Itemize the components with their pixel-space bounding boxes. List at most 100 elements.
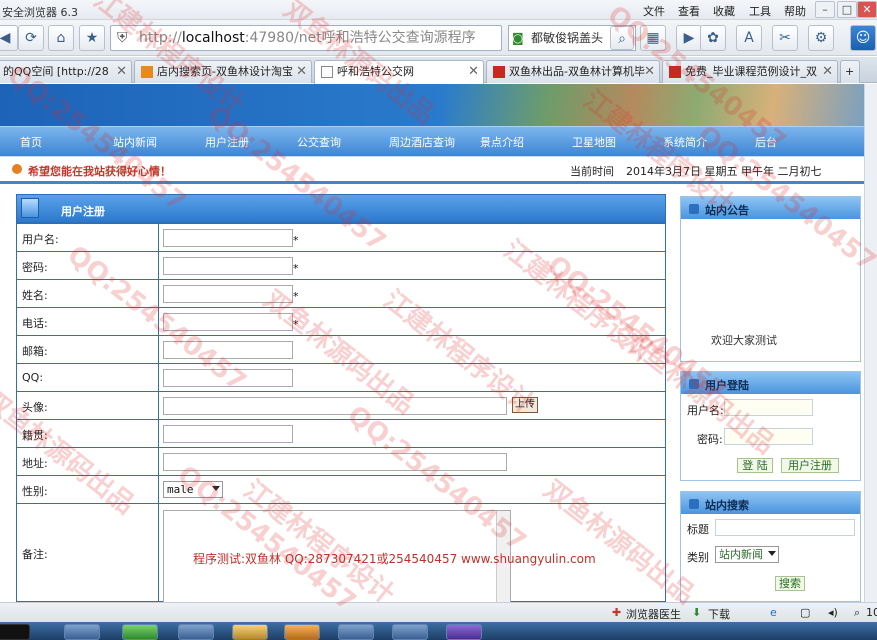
search-icon[interactable]: ⌕ xyxy=(610,26,634,50)
nav-about[interactable]: 系统简介 xyxy=(663,134,707,150)
download-label[interactable]: 下载 xyxy=(708,606,730,622)
row-qq: QQ: xyxy=(17,363,665,391)
window-icon[interactable]: ▢ xyxy=(800,606,810,619)
qq-penguin-icon[interactable] xyxy=(0,624,30,640)
close-tab-icon[interactable]: ✕ xyxy=(644,61,655,82)
close-tab-icon[interactable]: ✕ xyxy=(822,61,833,82)
qq-label: QQ: xyxy=(17,364,159,391)
browser-doctor[interactable]: 浏览器医生 xyxy=(626,606,681,622)
password-label: 密码: xyxy=(17,252,159,279)
gender-select[interactable]: male xyxy=(163,481,223,498)
nav-bus-query[interactable]: 公交查询 xyxy=(297,134,341,150)
nav-scenic[interactable]: 景点介绍 xyxy=(480,134,524,150)
tools-icon[interactable]: ⚙ xyxy=(808,25,834,51)
register-link-button[interactable]: 用户注册 xyxy=(781,458,839,473)
tab-label: 呼和浩特公交网 xyxy=(337,65,414,78)
register-form: 用户注册 用户名: * 密码: * 姓名: * 电话: * 邮箱: QQ: 头像… xyxy=(16,194,666,602)
menu-help[interactable]: 帮助 xyxy=(784,3,806,19)
favorite-star-icon[interactable]: ★ xyxy=(79,25,105,51)
close-icon[interactable]: ✕ xyxy=(857,1,877,18)
ie-icon[interactable]: e xyxy=(770,606,777,619)
screenshot-icon[interactable]: ✂ xyxy=(772,25,798,51)
login-button[interactable]: 登 陆 xyxy=(737,458,773,473)
zoom-icon[interactable]: ⌕ xyxy=(854,606,860,620)
phone-input[interactable] xyxy=(163,313,293,331)
menu-view[interactable]: 查看 xyxy=(678,3,700,19)
taskbar-app-icon[interactable] xyxy=(338,624,374,640)
browser-search-text: 都敏俊锅盖头 xyxy=(531,31,604,45)
search-type-select[interactable]: 站内新闻 xyxy=(715,546,779,563)
avatar-path-input[interactable] xyxy=(163,397,507,415)
taskbar-app-icon[interactable] xyxy=(64,624,100,640)
upload-button[interactable]: 上传 xyxy=(512,397,538,413)
password-input[interactable] xyxy=(163,257,293,275)
nav-home[interactable]: 首页 xyxy=(20,134,42,150)
name-label: 姓名: xyxy=(17,280,159,307)
search-header: 站内搜索 xyxy=(681,492,860,514)
required-mark: * xyxy=(293,290,299,303)
username-input[interactable] xyxy=(163,229,293,247)
zoom-level[interactable]: 10 xyxy=(866,606,877,619)
row-phone: 电话: * xyxy=(17,307,665,335)
banner-photo xyxy=(444,84,864,126)
taskbar-app-icon[interactable] xyxy=(392,624,428,640)
nav-news[interactable]: 站内新闻 xyxy=(113,134,157,150)
translate-icon[interactable]: A xyxy=(736,25,762,51)
search-title-input[interactable] xyxy=(715,519,855,536)
tab-taobao[interactable]: 店内搜索页-双鱼林设计淘宝 ✕ xyxy=(134,60,312,83)
menu-favorites[interactable]: 收藏 xyxy=(713,3,735,19)
tab-shuangyulin[interactable]: 双鱼林出品-双鱼林计算机毕 ✕ xyxy=(486,60,660,83)
hometown-label: 籍贯: xyxy=(17,420,159,447)
page-viewport: 首页 站内新闻 用户注册 公交查询 周边酒店查询 景点介绍 卫星地图 系统简介 … xyxy=(0,84,864,602)
play-icon[interactable]: ▶ xyxy=(676,25,702,51)
apps-icon[interactable]: ▦ xyxy=(640,25,666,51)
new-tab-button[interactable]: + xyxy=(840,60,860,83)
extension-icon[interactable]: ✿ xyxy=(700,25,726,51)
download-icon[interactable]: ⬇ xyxy=(692,606,701,619)
name-input[interactable] xyxy=(163,285,293,303)
taskbar-app-icon[interactable] xyxy=(122,624,158,640)
nav-admin[interactable]: 后台 xyxy=(755,134,777,150)
minimize-icon[interactable]: – xyxy=(815,1,835,18)
login-pass-label: 密码: xyxy=(697,433,723,446)
taskbar-app-icon[interactable] xyxy=(284,624,320,640)
menu-tools[interactable]: 工具 xyxy=(749,3,771,19)
page-scrollbar[interactable] xyxy=(864,84,877,602)
hometown-input[interactable] xyxy=(163,425,293,443)
login-password-input[interactable] xyxy=(724,428,813,445)
refresh-icon[interactable]: ⟳ xyxy=(18,25,44,51)
close-tab-icon[interactable]: ✕ xyxy=(296,61,307,82)
login-username-input[interactable] xyxy=(724,399,813,416)
tab-bus-site[interactable]: 呼和浩特公交网 ✕ xyxy=(314,60,484,84)
row-hometown: 籍贯: xyxy=(17,419,665,447)
browser-statusbar: ✚ 浏览器医生 ⬇ 下载 e ▢ ◂) ⌕ 10 xyxy=(0,602,877,622)
login-user-label: 用户名: xyxy=(687,404,724,417)
address-input[interactable] xyxy=(163,453,507,471)
browser-toolbar: ◀ ⟳ ⌂ ★ ⛨ http://localhost:47980/net呼和浩特… xyxy=(0,20,877,56)
nav-hotels[interactable]: 周边酒店查询 xyxy=(389,134,455,150)
nav-satellite-map[interactable]: 卫星地图 xyxy=(572,134,616,150)
home-icon[interactable]: ⌂ xyxy=(48,25,74,51)
nav-register[interactable]: 用户注册 xyxy=(205,134,249,150)
maximize-icon[interactable]: □ xyxy=(837,1,857,18)
tab-label: 店内搜索页-双鱼林设计淘宝 xyxy=(157,65,293,78)
taskbar-app-icon[interactable] xyxy=(178,624,214,640)
tab-free-design[interactable]: 免费_毕业课程范例设计_双 ✕ xyxy=(662,60,838,83)
user-icon[interactable]: ☺ xyxy=(850,25,876,51)
register-title: 用户注册 xyxy=(61,205,105,218)
back-icon[interactable]: ◀ xyxy=(0,25,18,51)
doctor-icon[interactable]: ✚ xyxy=(612,606,621,619)
email-input[interactable] xyxy=(163,341,293,359)
tab-qzone[interactable]: 的QQ空间 [http://28 ✕ xyxy=(0,60,132,83)
close-tab-icon[interactable]: ✕ xyxy=(468,61,479,82)
close-tab-icon[interactable]: ✕ xyxy=(116,61,127,82)
taskbar-app-icon[interactable] xyxy=(446,624,482,640)
search-submit-button[interactable]: 搜索 xyxy=(775,576,805,591)
address-bar[interactable]: ⛨ http://localhost:47980/net呼和浩特公交查询源程序 xyxy=(110,25,502,51)
folder-icon[interactable] xyxy=(232,624,268,640)
site-nav: 首页 站内新闻 用户注册 公交查询 周边酒店查询 景点介绍 卫星地图 系统简介 … xyxy=(0,126,864,156)
volume-icon[interactable]: ◂) xyxy=(828,606,838,619)
login-panel: 用户登陆 用户名: 密码: 登 陆 用户注册 xyxy=(680,371,861,481)
qq-input[interactable] xyxy=(163,369,293,387)
menu-file[interactable]: 文件 xyxy=(643,3,665,19)
